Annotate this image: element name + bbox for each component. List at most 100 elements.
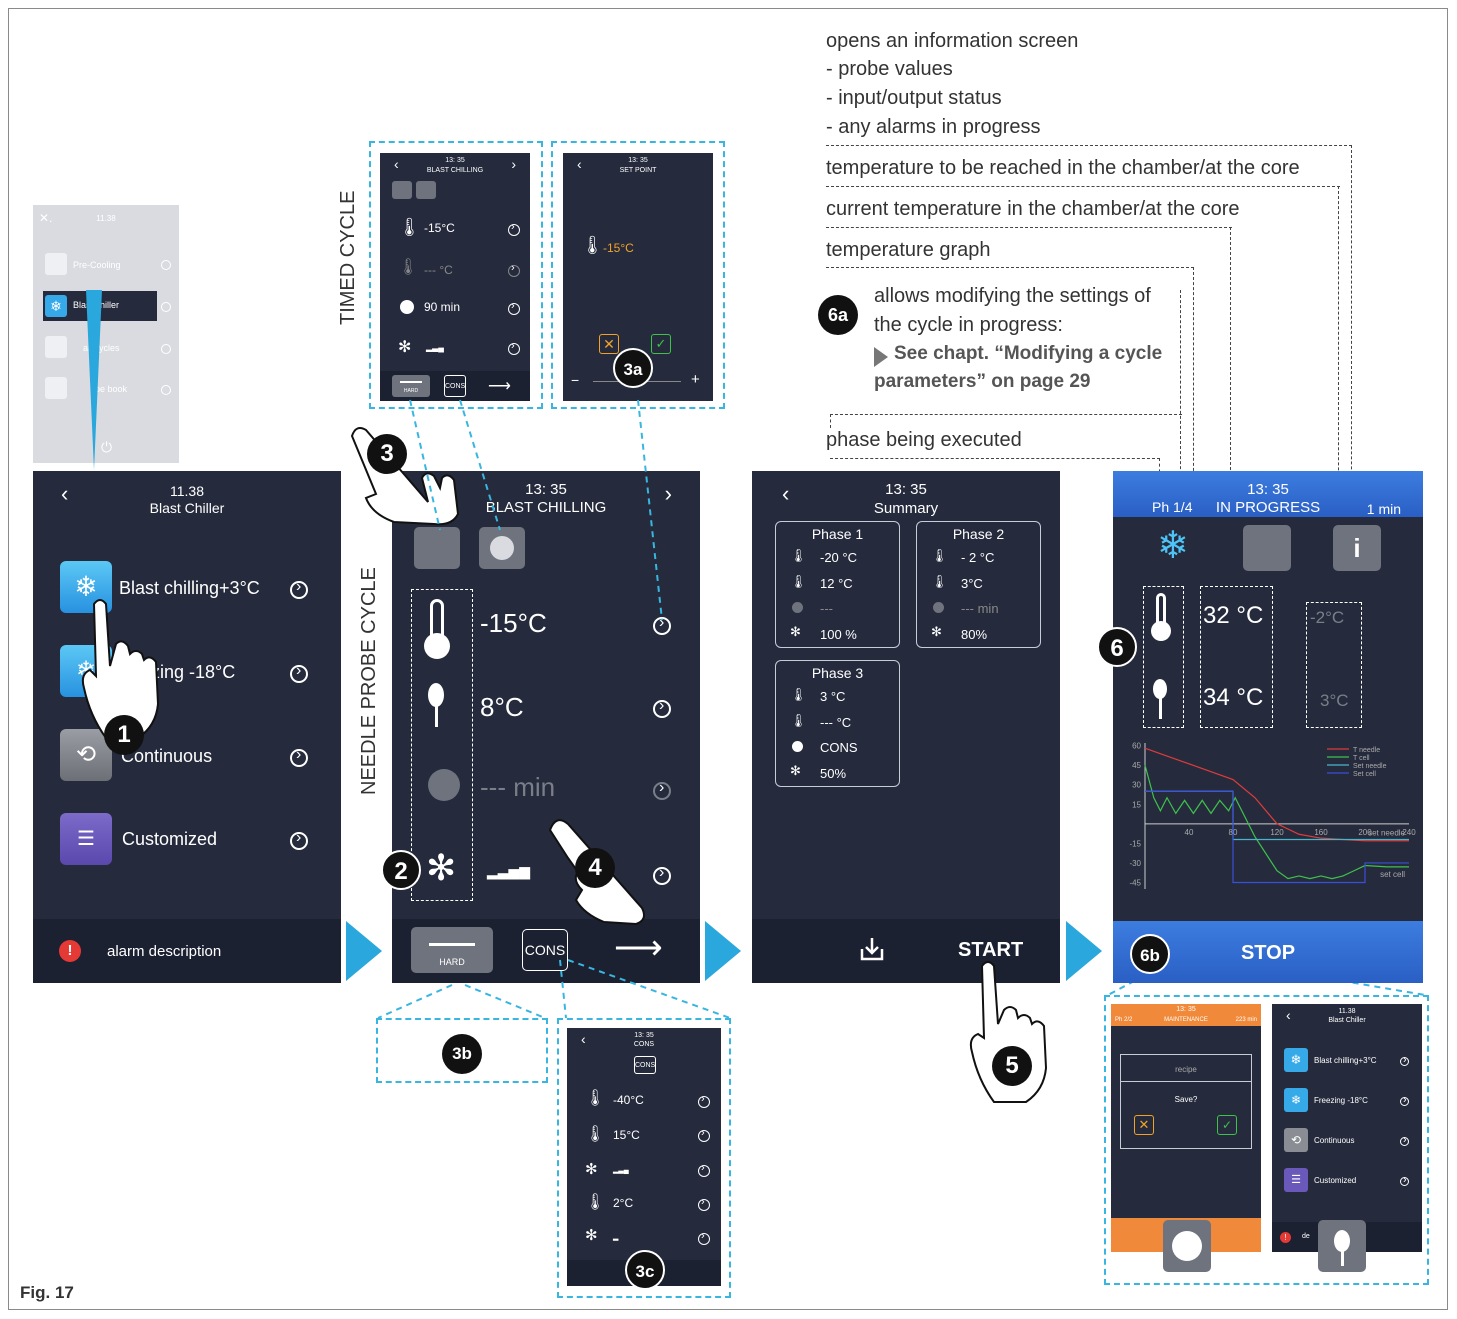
clock-icon [933,602,944,613]
current-core-temp: 34 °C [1203,684,1264,711]
phase-3-probe: --- °C [820,715,852,730]
arrow-right-icon[interactable] [1400,1094,1409,1106]
clock-icon [792,602,803,613]
arrow-right-icon[interactable] [1400,1134,1409,1146]
menu-mini-time: 11.38 [1338,1008,1356,1015]
legend-label: Set needle [1353,763,1387,770]
save-prompt: Save? [1174,1095,1198,1104]
phase-1-probe: 12 °C [820,576,853,591]
y-tick-label: 60 [1132,742,1141,751]
maintenance-screen: 13: 35 Ph 2/2 MAINTENANCE 223 min recipe… [1111,1004,1261,1252]
y-tick-label: 15 [1132,800,1141,809]
phase-3-title: Phase 3 [811,665,864,681]
needle-probe-icon: 🌡︎ [585,1126,606,1143]
phase-2-fan: 80% [961,627,988,642]
in-progress-screen: 13: 35 Ph 1/4 IN PROGRESS 1 min ❄ i 32 °… [1113,471,1423,983]
fan-level-icon: ▂ [613,1234,619,1241]
arrow-right-icon[interactable] [698,1230,710,1245]
phase-1-title: Phase 1 [811,526,864,542]
needle-probe-button[interactable] [1243,525,1291,571]
needle-probe-icon: 🌡︎ [790,574,807,589]
phase-2-time: --- min [961,601,999,616]
fan-icon: ✻ [790,624,801,639]
clock-icon [1172,1231,1202,1261]
step-6b-bubble: 6b [1130,934,1170,974]
phase-3-fan: 50% [820,766,847,781]
thermometer-icon: 🌡︎ [931,548,948,563]
needle-probe-button[interactable] [1318,1220,1366,1272]
arrow-right-icon[interactable] [1400,1174,1409,1186]
cons-title: CONS [633,1041,655,1048]
step-3c-bubble: 3c [625,1250,665,1290]
info-button[interactable]: i [1333,525,1381,571]
alarm-icon: ! [1280,1232,1291,1243]
phase-2-title: Phase 2 [952,526,1005,542]
temperature-graph: 60453015-15-30-4540 80 120 160 200 240T needl… [1129,742,1416,889]
recipe-field[interactable]: recipe [1121,1065,1251,1074]
divider [1121,1081,1251,1082]
arrow-right-icon[interactable] [698,1127,710,1142]
set-needle-label: set needle [1368,828,1405,837]
phase-3-box[interactable]: Phase 3 🌡︎ 3 °C 🌡︎ --- °C CONS ✻ 50% [775,660,900,787]
snowflake-icon: ❄ [1157,525,1189,567]
series-line-1 [1144,765,1409,880]
fan-icon: ✻ [790,763,801,778]
arrow-right-icon[interactable] [1400,1054,1409,1066]
summary-screen: ‹ 13: 35 Summary Phase 1 🌡︎ -20 °C 🌡︎ 12… [752,471,1060,983]
phase-2-probe: 3°C [961,576,983,591]
legend-label: Set cell [1353,771,1376,778]
thermometer-icon: 🌡︎ [585,1194,606,1211]
arrow-right-icon[interactable] [698,1162,710,1177]
thermometer-icon: 🌡︎ [790,548,807,563]
clock-button[interactable] [1163,1220,1211,1272]
menu-mini-title: Blast Chiller [1328,1017,1366,1024]
y-tick-label: -15 [1129,839,1141,848]
target-chamber-temp: -2°C [1310,608,1345,627]
cons-row-0: -40°C [613,1093,644,1107]
x-tick-label: 40 [1185,828,1194,837]
figure-label: Fig. 17 [20,1283,74,1302]
phase-2-box[interactable]: Phase 2 🌡︎ - 2 °C 🌡︎ 3°C --- min ✻ 80% [916,521,1041,648]
step-5-bubble: 5 [992,1046,1032,1086]
menu-mini-item-2[interactable]: Continuous [1314,1136,1354,1145]
phase-1-box[interactable]: Phase 1 🌡︎ -20 °C 🌡︎ 12 °C --- ✻ 100 % [775,521,900,648]
step-6-bubble: 6 [1097,627,1137,667]
phase-1-time: --- [820,601,833,616]
y-tick-label: 45 [1132,761,1141,770]
cancel-icon[interactable]: ✕ [1134,1115,1154,1135]
set-cell-label: set cell [1380,870,1405,879]
menu-mini-item-3[interactable]: Customized [1314,1176,1356,1185]
needle-probe-shaft [1341,1250,1344,1266]
target-core-temp: 3°C [1320,691,1349,710]
summary-title: Summary [873,500,939,517]
arrow-right-icon[interactable] [698,1196,710,1211]
maint-time: 13: 35 [1176,1006,1196,1013]
cons-screen: ‹ 13: 35 CONS CONS 🌡︎ -40°C 🌡︎ 15°C ✻ ▂▃… [567,1028,721,1286]
cons-tab[interactable]: CONS [634,1056,656,1074]
save-download-icon[interactable] [858,935,886,963]
progress-time: 13: 35 [1247,481,1289,498]
legend-label: T needle [1353,747,1380,754]
continuous-icon: ⟲ [1284,1128,1308,1152]
needle-probe-icon: 🌡︎ [790,713,807,728]
x-tick-label: 120 [1270,828,1284,837]
phase-1-temp: -20 °C [820,550,857,565]
confirm-icon[interactable]: ✓ [1217,1115,1237,1135]
phase-2-temp: - 2 °C [961,550,995,565]
cons-time: 13: 35 [634,1032,654,1039]
legend-label: T cell [1353,755,1370,762]
y-tick-label: -30 [1129,859,1141,868]
step-3b-bubble: 3b [442,1034,482,1074]
clock-icon [792,741,803,752]
menu-mini-item-1[interactable]: Freezing -18°C [1314,1096,1368,1105]
menu-mini-alarm-a: de [1302,1233,1310,1240]
x-tick-label: 160 [1314,828,1328,837]
fan-icon: ✻ [585,1161,598,1178]
menu-mini-item-0[interactable]: Blast chilling+3°C [1314,1056,1377,1065]
save-dialog: recipe Save? ✕ ✓ [1120,1054,1252,1149]
menu-mini-screen: ‹ 11.38 Blast Chiller ❄ Blast chilling+3… [1272,1004,1422,1252]
arrow-right-icon[interactable] [698,1093,710,1108]
maint-elapsed: 223 min [1235,1017,1257,1023]
phase-3-time: CONS [820,740,858,755]
fan-level-icon: ▂▃▄ [613,1167,629,1174]
